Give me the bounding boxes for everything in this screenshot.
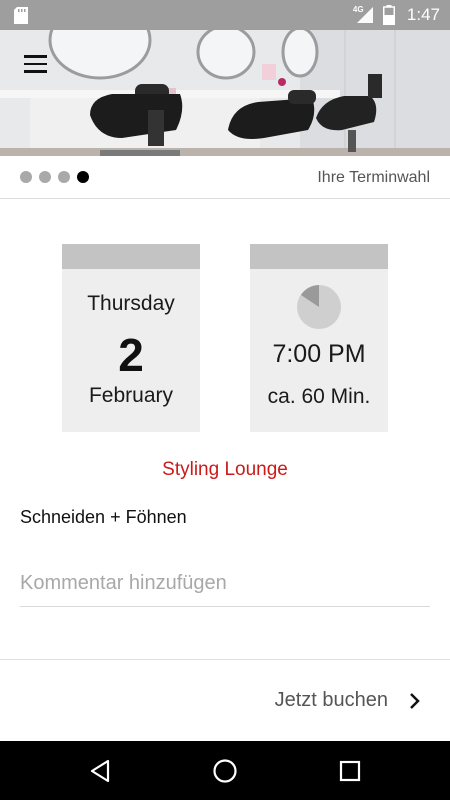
home-icon <box>213 758 237 783</box>
salon-hero-image <box>0 30 450 156</box>
book-now-button[interactable]: Jetzt buchen <box>0 659 450 741</box>
page-dot[interactable] <box>39 171 51 183</box>
page-dot-active[interactable] <box>77 171 89 183</box>
sd-card-icon <box>14 7 28 24</box>
page-dots <box>20 171 89 183</box>
comment-input[interactable] <box>20 566 430 607</box>
page-dot[interactable] <box>58 171 70 183</box>
day-number: 2 <box>118 329 144 381</box>
step-indicator-bar: Ihre Terminwahl <box>0 156 450 199</box>
page-dot[interactable] <box>20 171 32 183</box>
battery-icon <box>382 5 395 25</box>
status-bar: 4G 1:47 <box>0 0 450 30</box>
duration-label: ca. 60 Min. <box>267 385 371 408</box>
signal-icon: 4G <box>353 5 375 25</box>
nav-home-button[interactable] <box>195 741 255 800</box>
book-now-label: Jetzt buchen <box>274 689 388 711</box>
recents-icon <box>339 760 361 781</box>
status-time: 1:47 <box>406 5 440 24</box>
card-header-bar <box>250 244 388 269</box>
salon-name: Styling Lounge <box>162 459 288 480</box>
nav-recents-button[interactable] <box>320 741 380 800</box>
service-name: Schneiden + Föhnen <box>20 507 187 527</box>
menu-button[interactable] <box>14 46 56 82</box>
nav-back-button[interactable] <box>70 741 130 800</box>
chevron-right-icon <box>410 693 420 709</box>
back-icon <box>90 759 110 782</box>
time-value: 7:00 PM <box>272 340 366 368</box>
navigation-bar <box>0 741 450 800</box>
weekday-label: Thursday <box>87 292 175 315</box>
date-card: Thursday 2 February <box>62 244 200 432</box>
time-card: 7:00 PM ca. 60 Min. <box>250 244 388 432</box>
clock-icon <box>297 285 341 329</box>
hamburger-menu-icon <box>23 55 47 58</box>
month-label: February <box>88 384 174 407</box>
card-header-bar <box>62 244 200 269</box>
step-title: Ihre Terminwahl <box>317 169 430 186</box>
